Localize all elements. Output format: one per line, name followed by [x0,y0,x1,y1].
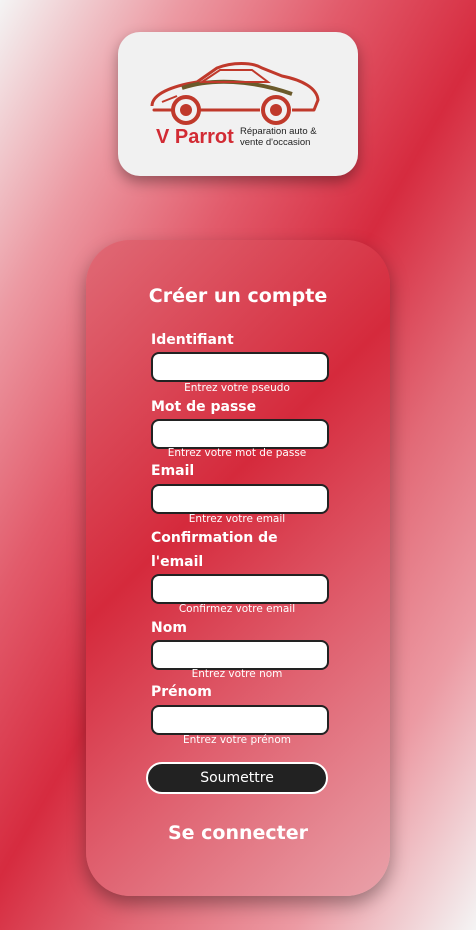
hint-password: Entrez votre mot de passe [167,447,307,459]
label-password: Mot de passe [151,399,257,415]
hint-email-confirmation: Confirmez votre email [178,603,296,615]
prenom-input[interactable] [151,705,329,735]
login-link[interactable]: Se connecter [86,822,390,844]
submit-button[interactable]: Soumettre [146,762,328,794]
signup-form-card: Créer un compte Identifiant Entrez votre… [86,240,390,896]
hint-identifiant: Entrez votre pseudo [184,382,290,394]
brand-name: V Parrot [156,126,234,148]
identifiant-input[interactable] [151,352,329,382]
password-input[interactable] [151,419,329,449]
label-email: Email [151,463,195,479]
label-prenom: Prénom [151,684,212,700]
label-identifiant: Identifiant [151,332,234,348]
hint-prenom: Entrez votre prénom [183,734,291,746]
hint-nom: Entrez votre nom [191,668,283,680]
nom-input[interactable] [151,640,329,670]
brand-tagline: Réparation auto & vente d'occasion [240,126,317,148]
car-icon [150,62,320,125]
email-input[interactable] [151,484,329,514]
logo-card: V Parrot Réparation auto & vente d'occas… [118,32,358,176]
form-title: Créer un compte [148,285,328,307]
email-confirmation-input[interactable] [151,574,329,604]
hint-email: Entrez votre email [188,513,286,525]
label-email-confirmation: Confirmation de l'email [151,530,278,570]
label-nom: Nom [151,620,187,636]
